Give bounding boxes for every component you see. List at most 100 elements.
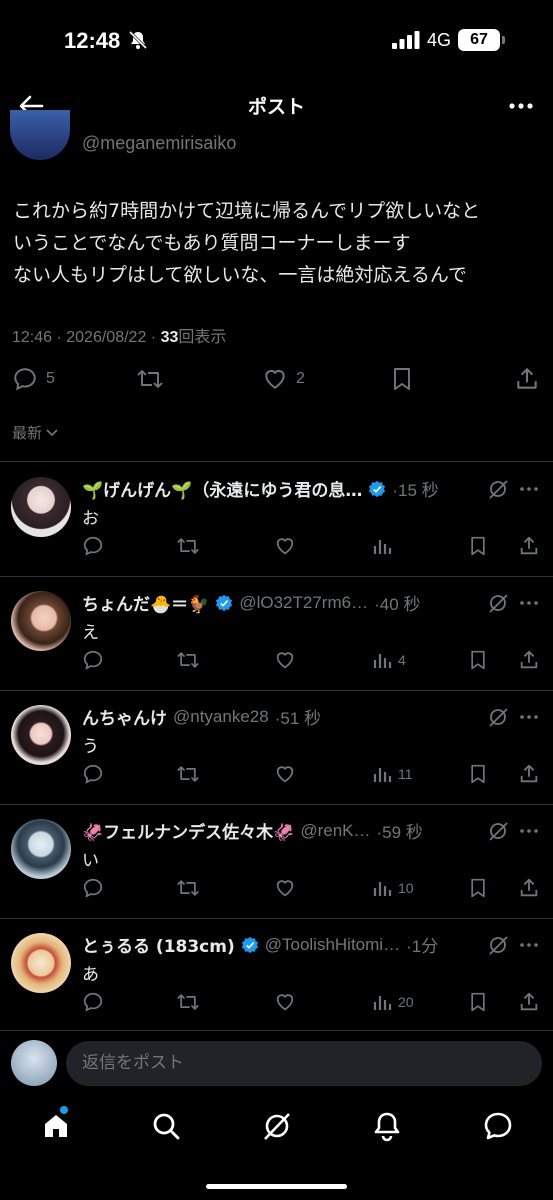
avatar[interactable]	[11, 591, 71, 651]
share-button[interactable]	[518, 648, 540, 672]
reply-text: あ	[82, 965, 99, 985]
reply-author-name[interactable]: んちゃんけ	[82, 704, 167, 729]
repost-icon	[137, 370, 163, 388]
reply-item[interactable]: んちゃんけ @ntyanke28 ·51 秒 う 11	[0, 690, 553, 804]
share-button[interactable]	[518, 534, 540, 558]
grok-icon[interactable]	[261, 1110, 293, 1142]
reply-button[interactable]	[82, 534, 104, 558]
reply-button[interactable]: 5	[12, 366, 55, 392]
search-icon[interactable]	[150, 1110, 182, 1142]
heart-icon	[276, 880, 294, 897]
post-body: これから約7時間かけて辺境に帰るんでリプ欲しいなと いうことでなんでもあり質問コ…	[13, 195, 543, 291]
bookmark-button[interactable]	[390, 366, 414, 392]
network-label: 4G	[427, 30, 452, 50]
post-line: これから約7時間かけて辺境に帰るんでリプ欲しいなと	[13, 200, 481, 222]
more-options-icon[interactable]	[518, 478, 540, 500]
reply-author-name[interactable]: 🦑フェルナンデス佐々木🦑	[82, 818, 294, 843]
repost-button[interactable]	[176, 762, 200, 786]
reply-time: ·1分	[406, 937, 439, 956]
grok-icon[interactable]	[487, 934, 509, 956]
reply-author-name[interactable]: 🌱げんげん🌱（永遠にゆう君の息…	[82, 476, 362, 501]
reply-author-name[interactable]: とぅるる (183cm)	[82, 932, 235, 957]
share-icon	[520, 764, 538, 783]
view-count[interactable]: 33	[161, 329, 179, 346]
like-button[interactable]	[274, 762, 296, 786]
grok-icon[interactable]	[487, 592, 509, 614]
like-count: 2	[296, 370, 305, 387]
reply-text: う	[82, 737, 99, 757]
grok-icon[interactable]	[487, 706, 509, 728]
share-icon	[517, 368, 537, 389]
reply-item[interactable]: ちょんだ🐣＝🐓 @lO32T27rm6… ·40 秒 え 4	[0, 576, 553, 690]
repost-icon	[177, 994, 199, 1010]
share-button[interactable]	[518, 876, 540, 900]
notifications-bell-icon[interactable]	[371, 1110, 403, 1142]
reply-handle[interactable]: @ToolishHitomi…	[265, 935, 400, 955]
bookmark-button[interactable]	[468, 876, 488, 900]
bookmark-button[interactable]	[468, 534, 488, 558]
reply-text: お	[82, 509, 99, 529]
bookmark-icon	[471, 536, 485, 556]
view-count: 11	[398, 766, 413, 782]
bookmark-icon	[471, 764, 485, 784]
reply-button[interactable]	[82, 990, 104, 1014]
reply-button[interactable]	[82, 762, 104, 786]
home-icon[interactable]	[40, 1110, 72, 1142]
repost-button[interactable]	[176, 648, 200, 672]
like-button[interactable]	[274, 990, 296, 1014]
share-button[interactable]	[518, 990, 540, 1014]
my-avatar[interactable]	[11, 1040, 57, 1086]
reply-item[interactable]: 🌱げんげん🌱（永遠にゆう君の息… ·15 秒 お	[0, 462, 553, 576]
like-button[interactable]	[274, 648, 296, 672]
reply-text: え	[82, 623, 99, 643]
grok-icon[interactable]	[487, 820, 509, 842]
sort-dropdown[interactable]: 最新	[12, 422, 58, 443]
status-time: 12:48	[64, 28, 121, 53]
avatar[interactable]	[11, 819, 71, 879]
author-handle[interactable]: @meganemirisaiko	[82, 133, 236, 154]
reply-author-name[interactable]: ちょんだ🐣＝🐓	[82, 590, 209, 615]
reply-icon	[83, 992, 103, 1012]
view-count: 20	[398, 994, 414, 1010]
post-action-bar: 5 2	[0, 362, 553, 396]
repost-button[interactable]	[176, 990, 200, 1014]
reply-item[interactable]: 🦑フェルナンデス佐々木🦑 @renK… ·59 秒 い 10	[0, 804, 553, 918]
grok-icon[interactable]	[487, 478, 509, 500]
avatar[interactable]	[11, 705, 71, 765]
share-button[interactable]	[514, 366, 540, 392]
views-button[interactable]: 10	[372, 876, 414, 900]
avatar[interactable]	[11, 477, 71, 537]
reply-input[interactable]: 返信をポスト	[66, 1041, 542, 1086]
more-options-icon[interactable]	[507, 94, 535, 118]
more-options-icon[interactable]	[518, 934, 540, 956]
author-avatar[interactable]	[10, 110, 70, 160]
reply-handle[interactable]: @renK…	[300, 821, 370, 841]
reply-button[interactable]	[82, 648, 104, 672]
messages-icon[interactable]	[482, 1110, 514, 1142]
views-button[interactable]: 20	[372, 990, 414, 1014]
bottom-tab-bar	[0, 1100, 553, 1152]
views-button[interactable]	[372, 534, 398, 558]
bookmark-button[interactable]	[468, 648, 488, 672]
views-button[interactable]: 4	[372, 648, 406, 672]
like-button[interactable]: 2	[262, 366, 305, 392]
reply-button[interactable]	[82, 876, 104, 900]
views-button[interactable]: 11	[372, 762, 413, 786]
like-button[interactable]	[274, 534, 296, 558]
more-options-icon[interactable]	[518, 592, 540, 614]
reply-item[interactable]: とぅるる (183cm) @ToolishHitomi… ·1分 あ 20	[0, 918, 553, 1032]
bookmark-button[interactable]	[468, 762, 488, 786]
repost-button[interactable]	[176, 876, 200, 900]
reply-handle[interactable]: @ntyanke28	[173, 707, 269, 727]
like-button[interactable]	[274, 876, 296, 900]
repost-button[interactable]	[176, 534, 200, 558]
share-button[interactable]	[518, 762, 540, 786]
bookmark-button[interactable]	[468, 990, 488, 1014]
silent-bell-icon	[128, 30, 148, 50]
more-options-icon[interactable]	[518, 706, 540, 728]
more-options-icon[interactable]	[518, 820, 540, 842]
reply-icon	[83, 878, 103, 898]
avatar[interactable]	[11, 933, 71, 993]
repost-button[interactable]	[136, 366, 164, 392]
reply-handle[interactable]: @lO32T27rm6…	[239, 593, 368, 613]
